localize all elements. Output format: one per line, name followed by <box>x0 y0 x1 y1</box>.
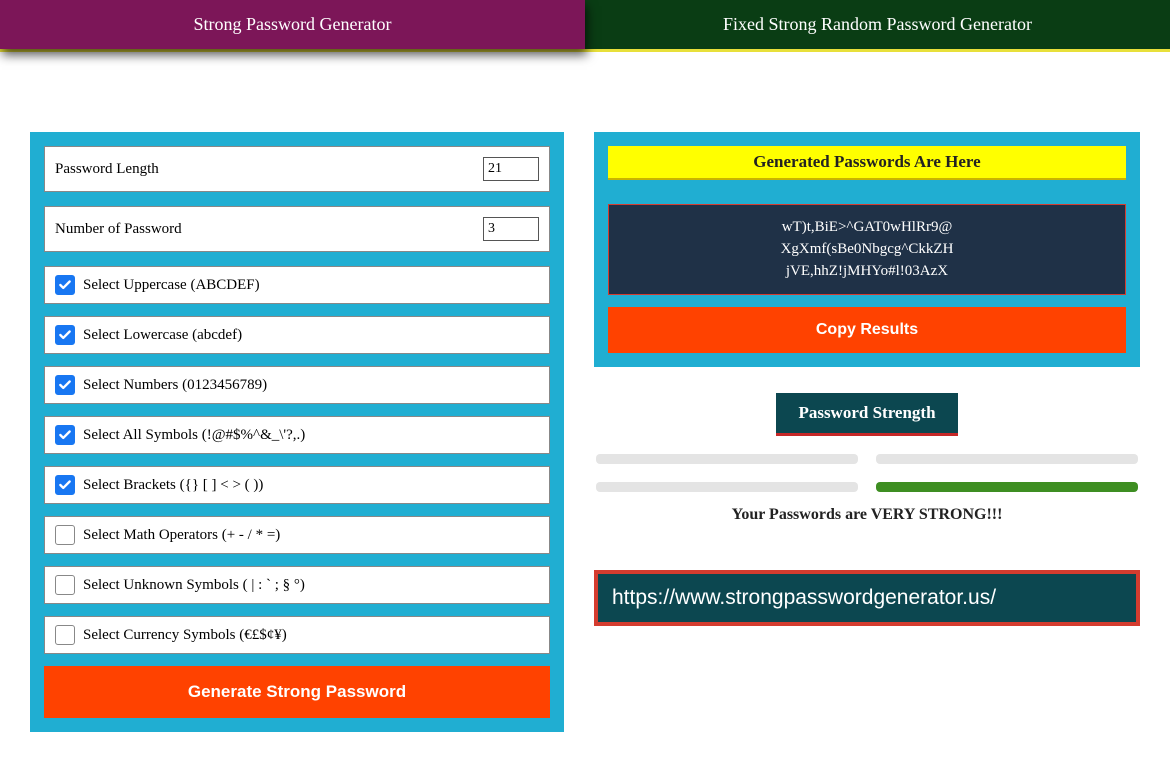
tab-fixed-generator[interactable]: Fixed Strong Random Password Generator <box>585 0 1170 49</box>
option-checkbox-6[interactable] <box>55 575 75 595</box>
strength-bar-1 <box>596 454 858 464</box>
option-row-4: Select Brackets ({} [ ] < > ( )) <box>44 466 550 504</box>
password-length-input[interactable] <box>483 157 539 181</box>
results-header: Generated Passwords Are Here <box>608 146 1126 180</box>
option-checkbox-3[interactable] <box>55 425 75 445</box>
strength-section: Password Strength Your Passwords are VER… <box>594 393 1140 524</box>
option-row-6: Select Unknown Symbols ( | : ` ; § °) <box>44 566 550 604</box>
option-label-6: Select Unknown Symbols ( | : ` ; § °) <box>83 577 305 594</box>
option-label-3: Select All Symbols (!@#$%^&_\'?,.) <box>83 427 305 444</box>
strength-text: Your Passwords are VERY STRONG!!! <box>594 506 1140 524</box>
password-length-row: Password Length <box>44 146 550 192</box>
tab-strong-generator[interactable]: Strong Password Generator <box>0 0 585 49</box>
option-label-0: Select Uppercase (ABCDEF) <box>83 277 260 294</box>
generated-password-1: XgXmf(sBe0Nbgcg^CkkZH <box>609 239 1125 261</box>
settings-panel: Password Length Number of Password Selec… <box>30 132 564 732</box>
option-row-0: Select Uppercase (ABCDEF) <box>44 266 550 304</box>
option-row-1: Select Lowercase (abcdef) <box>44 316 550 354</box>
option-row-2: Select Numbers (0123456789) <box>44 366 550 404</box>
strength-bar-2 <box>876 454 1138 464</box>
results-box: wT)t,BiE>^GAT0wHlRr9@XgXmf(sBe0Nbgcg^Ckk… <box>608 204 1126 295</box>
option-label-4: Select Brackets ({} [ ] < > ( )) <box>83 477 263 494</box>
generated-password-2: jVE,hhZ!jMHYo#l!03AzX <box>609 261 1125 283</box>
generate-button[interactable]: Generate Strong Password <box>44 666 550 718</box>
results-column: Generated Passwords Are Here wT)t,BiE>^G… <box>594 132 1140 732</box>
option-row-3: Select All Symbols (!@#$%^&_\'?,.) <box>44 416 550 454</box>
option-label-7: Select Currency Symbols (€£$¢¥) <box>83 627 287 644</box>
main-content: Password Length Number of Password Selec… <box>0 52 1170 762</box>
strength-bars <box>594 454 1140 492</box>
results-panel: Generated Passwords Are Here wT)t,BiE>^G… <box>594 132 1140 367</box>
option-checkbox-2[interactable] <box>55 375 75 395</box>
password-length-label: Password Length <box>55 161 159 178</box>
password-count-input[interactable] <box>483 217 539 241</box>
url-box: https://www.strongpasswordgenerator.us/ <box>594 570 1140 626</box>
option-label-2: Select Numbers (0123456789) <box>83 377 267 394</box>
option-row-5: Select Math Operators (+ - / * =) <box>44 516 550 554</box>
copy-results-button[interactable]: Copy Results <box>608 307 1126 353</box>
option-label-1: Select Lowercase (abcdef) <box>83 327 242 344</box>
option-label-5: Select Math Operators (+ - / * =) <box>83 527 280 544</box>
strength-bar-4 <box>876 482 1138 492</box>
option-checkbox-0[interactable] <box>55 275 75 295</box>
password-count-label: Number of Password <box>55 221 182 238</box>
option-checkbox-4[interactable] <box>55 475 75 495</box>
option-checkbox-1[interactable] <box>55 325 75 345</box>
password-count-row: Number of Password <box>44 206 550 252</box>
strength-badge: Password Strength <box>776 393 957 436</box>
generated-password-0: wT)t,BiE>^GAT0wHlRr9@ <box>609 217 1125 239</box>
strength-bar-3 <box>596 482 858 492</box>
option-row-7: Select Currency Symbols (€£$¢¥) <box>44 616 550 654</box>
option-checkbox-5[interactable] <box>55 525 75 545</box>
tab-bar: Strong Password Generator Fixed Strong R… <box>0 0 1170 49</box>
option-checkbox-7[interactable] <box>55 625 75 645</box>
